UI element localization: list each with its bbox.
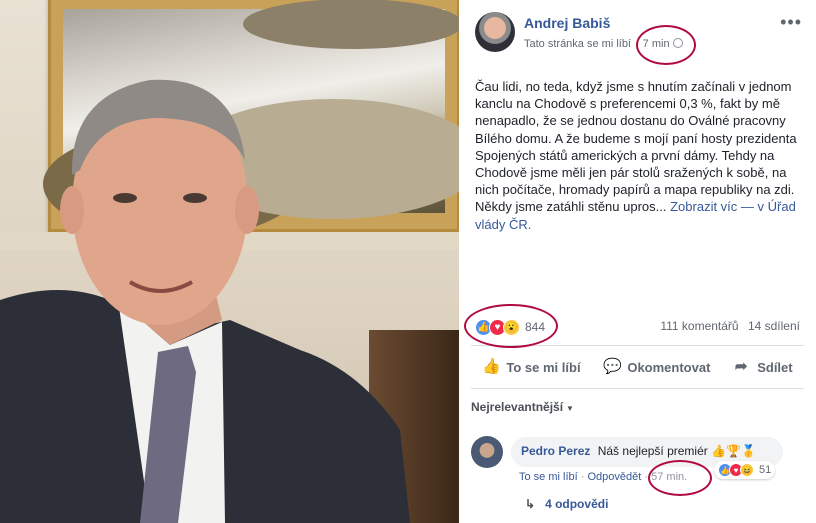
divider <box>471 388 804 389</box>
comment-reaction-count: 51 <box>759 464 772 476</box>
author-name[interactable]: Andrej Babiš <box>524 15 610 31</box>
haha-reaction-icon: 😆 <box>740 463 754 477</box>
comment-text: Náš nejlepší premiér <box>597 444 708 458</box>
commenter-name[interactable]: Pedro Perez <box>521 444 590 458</box>
post-text: Čau lidi, no teda, když jsme s hnutím za… <box>475 78 805 233</box>
replies-count: 4 odpovědi <box>545 497 609 511</box>
post-panel: Andrej Babiš Tato stránka se mi líbí · 7 m… <box>459 0 816 523</box>
comment-button[interactable]: 💬 Okomentovat <box>603 359 710 375</box>
see-more-link[interactable]: Zobrazit víc <box>670 199 737 214</box>
reply-arrow-icon: ↳ <box>525 497 536 511</box>
comment-reply-link[interactable]: Odpovědět <box>587 471 641 483</box>
view-replies-link[interactable]: ↳ 4 odpovědi <box>525 497 608 511</box>
comment-sort-dropdown[interactable]: Nejrelevantnější ▼ <box>471 400 574 414</box>
annotation-oval <box>636 25 696 65</box>
annotation-oval <box>648 460 712 496</box>
comment-emojis: 👍🏆🥇 <box>711 444 756 458</box>
commenter-avatar[interactable] <box>471 436 503 468</box>
comment-icon: 💬 <box>603 358 623 375</box>
caret-down-icon: ▼ <box>566 404 574 413</box>
post-actions: 👍 To se mi líbí 💬 Okomentovat ➦ Sdílet <box>471 352 804 382</box>
more-options-icon[interactable]: ••• <box>780 12 802 33</box>
page-like-label[interactable]: Tato stránka se mi líbí <box>524 38 631 50</box>
comment-like-link[interactable]: To se mi líbí <box>519 471 578 483</box>
thumbs-up-icon: 👍 <box>482 358 502 375</box>
engagement-counts: 111 komentářů 14 sdílení <box>654 319 800 333</box>
annotation-oval <box>464 304 558 348</box>
share-icon: ➦ <box>734 358 748 375</box>
like-button-label: To se mi líbí <box>506 359 581 375</box>
portrait-man <box>0 79 410 523</box>
share-button-label: Sdílet <box>757 359 793 375</box>
comments-count[interactable]: 111 komentářů <box>660 319 738 333</box>
comment-reactions[interactable]: 👍 ♥ 😆 51 <box>714 461 776 479</box>
sort-label: Nejrelevantnější <box>471 400 564 414</box>
post-body: Čau lidi, no teda, když jsme s hnutím za… <box>475 79 797 215</box>
shares-count[interactable]: 14 sdílení <box>748 319 800 333</box>
post-photo[interactable] <box>0 0 459 523</box>
like-button[interactable]: 👍 To se mi líbí <box>482 359 580 375</box>
author-avatar[interactable] <box>475 12 515 52</box>
share-button[interactable]: ➦ Sdílet <box>733 358 793 375</box>
comment-button-label: Okomentovat <box>627 359 711 375</box>
